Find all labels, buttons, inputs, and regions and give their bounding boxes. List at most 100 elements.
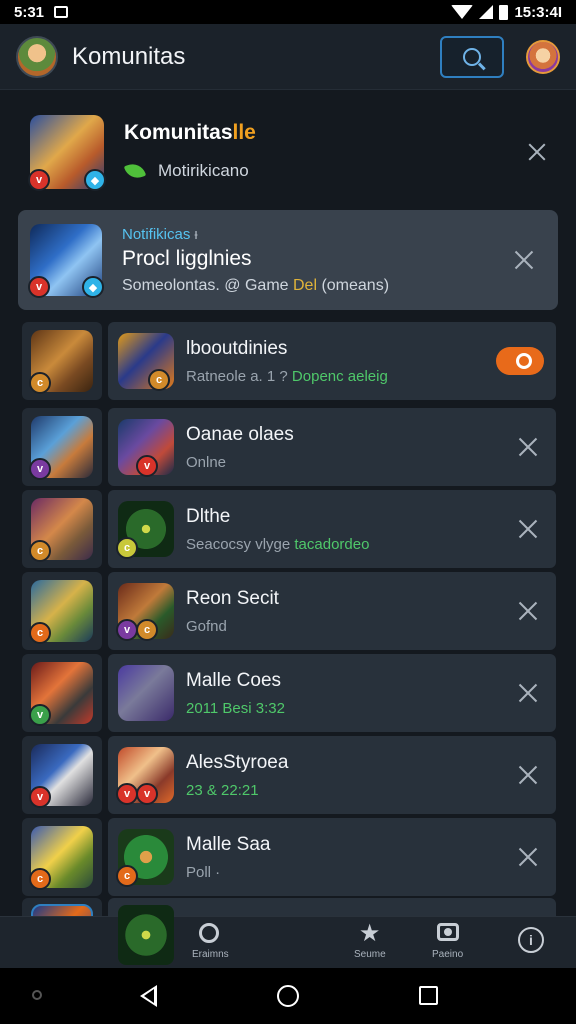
recents-button[interactable] <box>419 986 438 1005</box>
game-art <box>118 665 174 721</box>
assist-dot-icon <box>32 990 42 1000</box>
list-item-title: Reon Secit <box>186 587 279 609</box>
coin-badge-icon: c <box>29 372 51 394</box>
nav-tab-seume[interactable]: ★ Seume <box>354 920 386 961</box>
wifi-icon <box>451 5 474 19</box>
list-item-subtitle: 2011 Besi 3:32 <box>186 699 285 717</box>
coin-badge-icon: c <box>116 537 138 559</box>
coin-badge-icon: c <box>116 865 138 887</box>
game-thumb[interactable]: c <box>22 572 102 650</box>
dismiss-notification-button[interactable] <box>504 240 544 280</box>
list-item-title: AlesStyroea <box>186 751 289 773</box>
list-item-card[interactable]: vv AlesStyroea 23 & 22:21 <box>108 736 556 814</box>
game-thumb[interactable]: v <box>22 736 102 814</box>
remove-item-button[interactable] <box>508 509 548 549</box>
community-header: v ◆ Komunitaslle Motirikicano <box>18 104 558 200</box>
diamond-badge-icon: ◆ <box>84 169 106 191</box>
v-badge-icon: v <box>116 619 138 641</box>
remove-item-button[interactable] <box>508 755 548 795</box>
camera-icon <box>436 923 459 941</box>
battery-icon <box>499 4 509 20</box>
game-thumb[interactable]: c <box>22 490 102 568</box>
list-item-subtitle: Onlne <box>186 453 227 471</box>
notification-toggle[interactable] <box>496 347 544 375</box>
back-button[interactable] <box>140 985 157 1007</box>
community-subtitle: Motirikicano <box>158 161 249 180</box>
list-item-subtitle: 23 & 22:21 <box>186 781 259 799</box>
game-art: c <box>29 580 93 644</box>
game-thumb[interactable]: v <box>22 654 102 732</box>
app-bar: Komunitas <box>0 24 576 90</box>
status-time-right: 15:3:4I <box>514 3 562 21</box>
game-art: c <box>116 501 174 559</box>
list-item-card[interactable]: c Malle Saa Poll · <box>108 818 556 896</box>
sim-icon <box>54 6 69 18</box>
coin-badge-icon: c <box>148 369 170 391</box>
list-item-subtitle: Poll · <box>186 863 221 881</box>
notification-card[interactable]: v ◆ Notifikicas ᵻ Procl ligglnies Someolo… <box>18 210 558 310</box>
search-icon <box>463 47 481 66</box>
coin-badge-icon: c <box>29 868 51 890</box>
list-item-title: Oanae olaes <box>186 423 294 445</box>
community-title: Komunitaslle <box>124 121 256 144</box>
notification-subtitle: Someolontas. @ Game Del (omeans) <box>122 276 390 294</box>
game-art: v <box>29 416 93 480</box>
v-badge-icon: v <box>28 276 50 298</box>
status-bar: 5:31 15:3:4I <box>0 0 576 24</box>
signal-icon <box>479 5 494 19</box>
list-item[interactable]: v v Oanae olaes Onlne <box>22 408 556 486</box>
game-art: vc <box>116 583 174 641</box>
nav-tab-paeino[interactable]: Paeino <box>432 923 463 960</box>
remove-item-button[interactable] <box>508 673 548 713</box>
profile-avatar[interactable] <box>526 39 560 74</box>
game-thumb[interactable]: c <box>22 818 102 896</box>
list-item-subtitle: Seacocsy vlyge tacadordeo <box>186 535 370 553</box>
list-item[interactable]: v vv AlesStyroea 23 & 22:21 <box>22 736 556 814</box>
list-item-title: Dlthe <box>186 505 231 527</box>
list-item-title: lbooutdinies <box>186 337 288 359</box>
v-badge-icon: v <box>29 704 51 726</box>
star-icon: ★ <box>358 920 381 947</box>
list-item-card[interactable] <box>108 898 556 918</box>
game-thumb[interactable]: v <box>22 408 102 486</box>
game-art: c <box>29 330 93 394</box>
game-thumb[interactable]: c <box>22 322 102 400</box>
remove-item-button[interactable] <box>508 427 548 467</box>
list-item-card[interactable]: v Oanae olaes Onlne <box>108 408 556 486</box>
remove-item-button[interactable] <box>508 837 548 877</box>
list-item-card[interactable]: vc Reon Secit Gofnd <box>108 572 556 650</box>
nav-tab-eraimns[interactable]: Eraimns <box>192 923 229 960</box>
game-art: c <box>29 826 93 890</box>
game-art: c <box>116 829 174 887</box>
game-art: c <box>29 498 93 562</box>
close-header-button[interactable] <box>518 132 558 172</box>
list-item[interactable]: c c Malle Saa Poll · <box>22 818 556 896</box>
home-button[interactable] <box>277 985 299 1007</box>
list-item-card[interactable]: Malle Coes 2011 Besi 3:32 <box>108 654 556 732</box>
bottom-navigation: Eraimns ★ Seume Paeino i <box>0 905 576 968</box>
list-item[interactable]: c c lbooutdinies Ratneole a. 1 ? Dopenc … <box>22 322 556 400</box>
v-badge-icon: v <box>28 169 50 191</box>
search-button[interactable] <box>440 35 504 78</box>
system-navigation-bar <box>0 968 576 1024</box>
ring-icon <box>199 923 220 943</box>
list-item[interactable]: c vc Reon Secit Gofnd <box>22 572 556 650</box>
v-badge-icon: v <box>29 786 51 808</box>
info-icon: i <box>518 927 544 953</box>
list-item-title: Malle Saa <box>186 833 271 855</box>
list-item-card[interactable]: c lbooutdinies Ratneole a. 1 ? Dopenc ae… <box>108 322 556 400</box>
game-art: vv <box>116 747 174 805</box>
diamond-badge-icon: ◆ <box>82 276 104 298</box>
nav-tab-info[interactable]: i <box>518 927 544 953</box>
game-art: c <box>118 333 174 391</box>
list-item[interactable]: v Malle Coes 2011 Besi 3:32 <box>22 654 556 732</box>
list-item-card[interactable]: c Dlthe Seacocsy vlyge tacadordeo <box>108 490 556 568</box>
notification-title: Procl ligglnies <box>122 246 252 270</box>
list-item[interactable]: c c Dlthe Seacocsy vlyge tacadordeo <box>22 490 556 568</box>
community-avatar[interactable] <box>16 35 58 78</box>
v-badge-icon: v <box>116 783 138 805</box>
community-game-art: v ◆ <box>28 115 106 191</box>
status-icons: 15:3:4I <box>451 4 562 21</box>
remove-item-button[interactable] <box>508 591 548 631</box>
game-art: v <box>118 419 174 477</box>
